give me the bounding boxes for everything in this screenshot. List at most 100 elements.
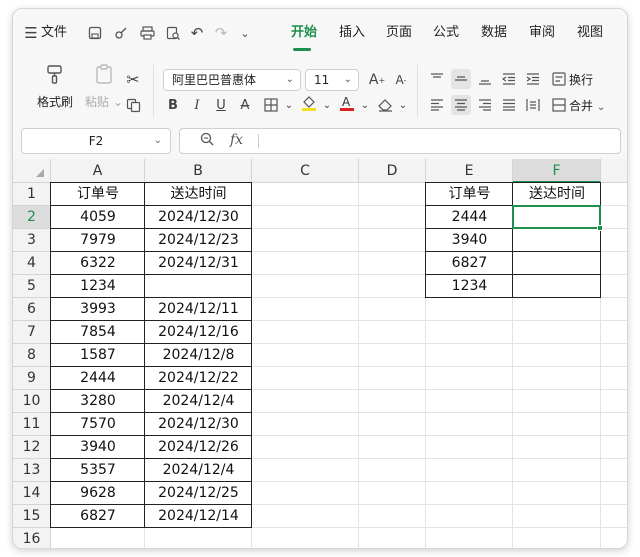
- export-icon[interactable]: [111, 23, 131, 43]
- row-header-1[interactable]: 1: [13, 183, 51, 206]
- save-icon[interactable]: [85, 23, 105, 43]
- copy-icon[interactable]: [123, 95, 143, 115]
- font-name-select[interactable]: 阿里巴巴普惠体 ⌄: [163, 69, 301, 91]
- underline-icon[interactable]: U: [211, 95, 231, 115]
- chevron-down-icon[interactable]: ⌄: [235, 23, 255, 43]
- column-header-c[interactable]: C: [252, 159, 359, 183]
- tab-insert[interactable]: 插入: [339, 23, 365, 43]
- decrease-font-icon[interactable]: A-: [391, 70, 411, 90]
- table1-cell[interactable]: 2024/12/22: [145, 367, 252, 390]
- row-header-8[interactable]: 8: [13, 344, 51, 367]
- table2-cell[interactable]: 1234: [426, 275, 513, 298]
- tab-home[interactable]: 开始: [291, 23, 317, 43]
- print-preview-icon[interactable]: [163, 23, 183, 43]
- increase-font-icon[interactable]: A +: [367, 70, 387, 90]
- chevron-down-icon[interactable]: ⌄: [393, 95, 413, 115]
- row-header-16[interactable]: 16: [13, 528, 51, 548]
- row-header-5[interactable]: 5: [13, 275, 51, 298]
- column-header-b[interactable]: B: [145, 159, 252, 183]
- table1-cell[interactable]: [145, 275, 252, 298]
- fill-color-icon[interactable]: [299, 93, 319, 113]
- table1-cell[interactable]: 4059: [51, 206, 145, 229]
- row-header-4[interactable]: 4: [13, 252, 51, 275]
- strikethrough-icon[interactable]: A: [235, 95, 255, 115]
- column-header-e[interactable]: E: [426, 159, 513, 183]
- column-header-spare[interactable]: [601, 159, 627, 183]
- italic-icon[interactable]: I: [187, 95, 207, 115]
- row-header-10[interactable]: 10: [13, 390, 51, 413]
- align-top-icon[interactable]: [427, 69, 447, 89]
- table1-cell[interactable]: 2024/12/4: [145, 459, 252, 482]
- wrap-text-button[interactable]: 换行: [569, 71, 593, 88]
- chevron-down-icon[interactable]: ⌄: [279, 95, 299, 115]
- select-all-corner[interactable]: [13, 159, 51, 183]
- format-painter-button[interactable]: 格式刷: [37, 63, 73, 110]
- column-header-f[interactable]: F: [513, 159, 601, 183]
- table1-cell[interactable]: 3993: [51, 298, 145, 321]
- table1-cell[interactable]: 3940: [51, 436, 145, 459]
- align-right-icon[interactable]: [475, 95, 495, 115]
- table1-cell[interactable]: 5357: [51, 459, 145, 482]
- table1-cell[interactable]: 2024/12/14: [145, 505, 252, 528]
- tab-review[interactable]: 审阅: [529, 23, 555, 43]
- table1-cell[interactable]: 2024/12/30: [145, 413, 252, 436]
- distribute-icon[interactable]: [523, 95, 543, 115]
- table1-cell[interactable]: 6827: [51, 505, 145, 528]
- table1-cell[interactable]: 2024/12/25: [145, 482, 252, 505]
- row-header-12[interactable]: 12: [13, 436, 51, 459]
- align-bottom-icon[interactable]: [475, 69, 495, 89]
- column-header-a[interactable]: A: [51, 159, 145, 183]
- table1-cell[interactable]: 3280: [51, 390, 145, 413]
- table1-cell[interactable]: 2024/12/23: [145, 229, 252, 252]
- tab-data[interactable]: 数据: [481, 23, 507, 43]
- name-box[interactable]: F2 ⌄: [21, 128, 171, 154]
- justify-icon[interactable]: [499, 95, 519, 115]
- table1-cell[interactable]: 2024/12/16: [145, 321, 252, 344]
- hamburger-menu-icon[interactable]: ☰: [21, 23, 41, 43]
- chevron-down-icon[interactable]: ⌄: [317, 95, 337, 115]
- table2-header-cell[interactable]: 订单号: [426, 183, 513, 206]
- formula-input[interactable]: fx: [179, 128, 621, 154]
- paste-button[interactable]: 粘贴 ⌄: [85, 63, 123, 110]
- wrap-text-icon[interactable]: [549, 69, 569, 89]
- table1-cell[interactable]: 7570: [51, 413, 145, 436]
- border-icon[interactable]: [261, 95, 281, 115]
- align-middle-icon[interactable]: [451, 69, 471, 89]
- table2-cell[interactable]: [513, 275, 601, 298]
- cut-icon[interactable]: ✂: [123, 69, 143, 89]
- increase-indent-icon[interactable]: [523, 69, 543, 89]
- search-formula-icon[interactable]: [200, 132, 214, 150]
- print-icon[interactable]: [137, 23, 157, 43]
- row-header-14[interactable]: 14: [13, 482, 51, 505]
- row-header-7[interactable]: 7: [13, 321, 51, 344]
- font-size-select[interactable]: 11 ⌄: [305, 69, 359, 91]
- merge-button[interactable]: 合并 ⌄: [569, 97, 605, 114]
- table2-cell[interactable]: 3940: [426, 229, 513, 252]
- merge-cells-icon[interactable]: [549, 95, 569, 115]
- table2-cell[interactable]: [513, 252, 601, 275]
- table1-cell[interactable]: 2024/12/11: [145, 298, 252, 321]
- table2-cell[interactable]: [513, 229, 601, 252]
- table2-cell[interactable]: 2444: [426, 206, 513, 229]
- eraser-icon[interactable]: [375, 95, 395, 115]
- file-menu[interactable]: 文件: [41, 23, 67, 43]
- table1-cell[interactable]: 2024/12/30: [145, 206, 252, 229]
- table2-cell[interactable]: 6827: [426, 252, 513, 275]
- tab-page[interactable]: 页面: [386, 23, 412, 43]
- table1-cell[interactable]: 7854: [51, 321, 145, 344]
- tab-view[interactable]: 视图: [577, 23, 603, 43]
- row-header-6[interactable]: 6: [13, 298, 51, 321]
- row-header-9[interactable]: 9: [13, 367, 51, 390]
- table1-cell[interactable]: 6322: [51, 252, 145, 275]
- decrease-indent-icon[interactable]: [499, 69, 519, 89]
- align-left-icon[interactable]: [427, 95, 447, 115]
- bold-icon[interactable]: B: [163, 95, 183, 115]
- table1-cell[interactable]: 2444: [51, 367, 145, 390]
- table1-cell[interactable]: 2024/12/8: [145, 344, 252, 367]
- table1-cell[interactable]: 9628: [51, 482, 145, 505]
- row-header-3[interactable]: 3: [13, 229, 51, 252]
- row-header-2[interactable]: 2: [13, 206, 51, 229]
- row-header-15[interactable]: 15: [13, 505, 51, 528]
- table2-header-cell[interactable]: 送达时间: [513, 183, 601, 206]
- row-header-13[interactable]: 13: [13, 459, 51, 482]
